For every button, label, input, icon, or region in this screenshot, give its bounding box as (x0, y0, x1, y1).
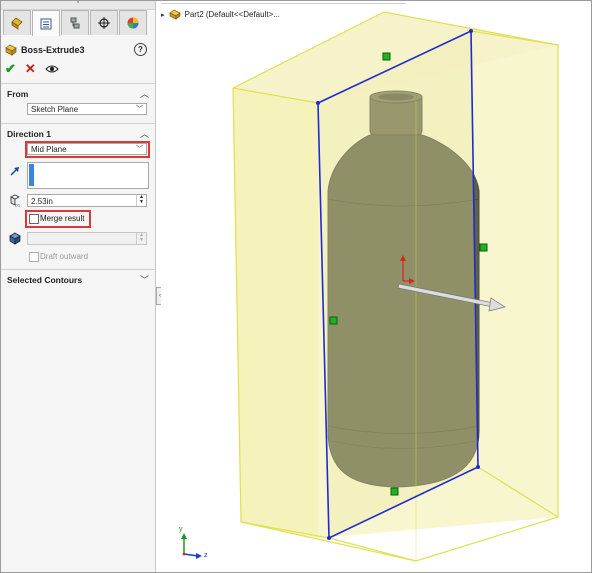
view-orientation-triad-icon (181, 533, 202, 559)
draft-angle-input[interactable]: ▲ ▼ (27, 232, 147, 245)
depth-dimension-icon: D1 (10, 194, 21, 208)
preview-left-face (233, 88, 318, 538)
manager-tabs (3, 10, 148, 38)
flyout-feature-tree[interactable]: ▸ Part2 (Default<<Default>... (161, 9, 280, 20)
property-manager: ° Boss-Extrude3 ? ✔ ✕ From ︿ Sketch Plan… (1, 1, 156, 572)
selected-contours-heading: Selected Contours (7, 275, 83, 285)
from-collapse-chevron-icon[interactable]: ︿ (140, 87, 149, 100)
drag-handle-right[interactable] (479, 243, 488, 252)
separator (1, 83, 155, 84)
draft-outward-label: Draft outward (40, 252, 89, 261)
tree-separator (161, 3, 406, 4)
from-section-heading: From (7, 89, 29, 99)
feature-title: Boss-Extrude3 (21, 45, 85, 55)
drag-handle-top[interactable] (382, 52, 391, 61)
axis-y-label: y (179, 526, 183, 533)
part-icon (168, 9, 181, 20)
tab-property-manager[interactable] (32, 10, 60, 36)
drag-handle-left[interactable] (329, 316, 338, 325)
cancel-x-icon[interactable]: ✕ (25, 62, 36, 76)
preview-eye-icon[interactable] (45, 64, 59, 74)
graphics-area[interactable]: y z (161, 1, 591, 572)
panel-grip[interactable]: ° (1, 1, 155, 10)
tab-dimxpert-manager[interactable] (90, 10, 118, 35)
property-list-icon (40, 18, 52, 29)
configuration-icon (70, 17, 80, 29)
app-window: ° Boss-Extrude3 ? ✔ ✕ From ︿ Sketch Plan… (0, 0, 592, 573)
appearance-pie-icon (127, 17, 139, 29)
direction1-section-heading: Direction 1 (7, 129, 51, 139)
drag-handle-bottom[interactable] (390, 487, 399, 496)
chevron-down-icon: ﹀ (136, 106, 143, 113)
direction1-collapse-chevron-icon[interactable]: ︿ (140, 127, 149, 140)
tab-configuration-manager[interactable] (61, 10, 89, 35)
from-start-condition-select[interactable]: Sketch Plane ﹀ (27, 103, 147, 115)
axis-z-label: z (204, 552, 208, 559)
depth-input[interactable]: 2.53in ▲ ▼ (27, 194, 147, 207)
draft-spinner[interactable]: ▲ ▼ (136, 233, 146, 244)
from-select-value: Sketch Plane (31, 105, 79, 114)
extrude-preview-overlay (318, 31, 478, 538)
boss-extrude-icon (5, 44, 17, 56)
end-condition-highlight (25, 141, 150, 158)
draft-icon[interactable] (8, 232, 22, 245)
feature-title-row: Boss-Extrude3 ? (5, 43, 151, 57)
separator (1, 123, 155, 124)
help-button[interactable]: ? (134, 43, 147, 56)
action-buttons: ✔ ✕ (5, 62, 59, 76)
separator (1, 269, 155, 270)
crosshair-icon (98, 17, 110, 29)
tab-feature-manager[interactable] (3, 10, 31, 35)
selection-indicator (29, 164, 34, 186)
depth-value: 2.53in (31, 197, 53, 206)
direction-arrow-icon[interactable] (9, 165, 21, 177)
svg-text:D1: D1 (15, 203, 21, 208)
feature-tree-icon (11, 17, 23, 30)
draft-outward-checkbox[interactable] (29, 252, 39, 262)
merge-result-label: Merge result (40, 214, 85, 223)
tab-display-manager[interactable] (119, 10, 147, 35)
contours-expand-chevron-icon[interactable]: ﹀ (140, 273, 149, 286)
depth-spinner[interactable]: ▲ ▼ (136, 195, 146, 206)
part-name-label: Part2 (Default<<Default>... (184, 10, 280, 19)
direction-reference-box[interactable] (27, 162, 149, 189)
merge-result-checkbox[interactable] (29, 214, 39, 224)
expand-arrow-icon[interactable]: ▸ (161, 11, 165, 19)
ok-check-icon[interactable]: ✔ (5, 62, 16, 76)
model-view (181, 11, 559, 562)
